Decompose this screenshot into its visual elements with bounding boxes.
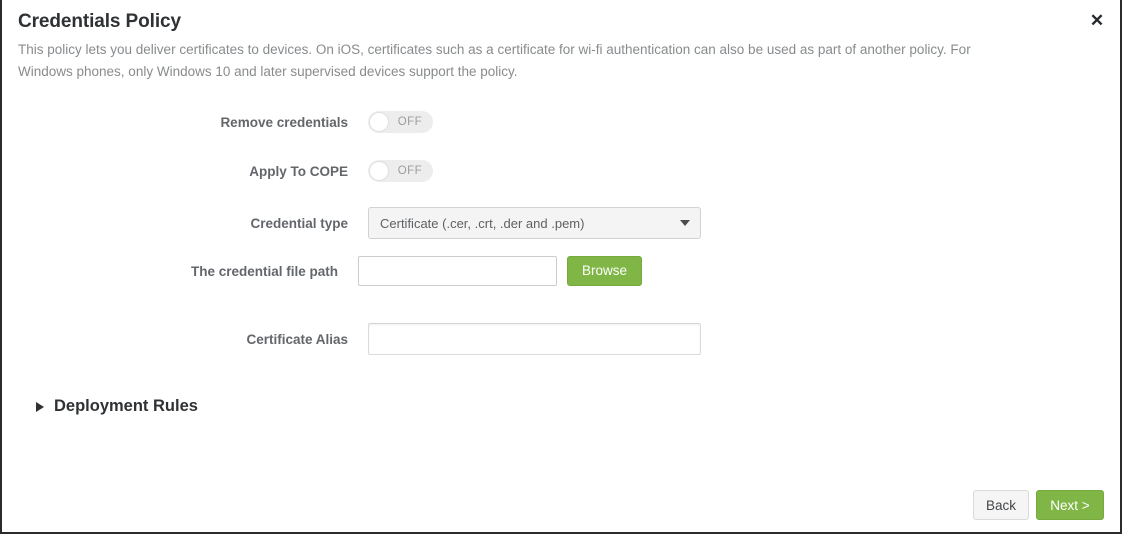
credentials-policy-dialog: ✕ Credentials Policy This policy lets yo… xyxy=(0,0,1122,534)
row-apply-to-cope: Apply To COPE OFF xyxy=(2,154,1120,188)
credential-file-path-label: The credential file path xyxy=(2,264,358,279)
row-credential-file-path: The credential file path Browse xyxy=(2,256,1120,286)
remove-credentials-toggle-state: OFF xyxy=(398,116,422,128)
deployment-rules-label: Deployment Rules xyxy=(54,397,198,416)
back-button[interactable]: Back xyxy=(973,490,1029,520)
credential-file-path-input[interactable] xyxy=(358,256,557,286)
row-credential-type: Credential type Certificate (.cer, .crt,… xyxy=(2,207,1120,239)
dialog-header: Credentials Policy This policy lets you … xyxy=(2,0,1120,83)
deployment-rules-section[interactable]: Deployment Rules xyxy=(2,397,1120,416)
row-certificate-alias: Certificate Alias xyxy=(2,323,1120,355)
apply-to-cope-toggle-state: OFF xyxy=(398,165,422,177)
browse-button[interactable]: Browse xyxy=(567,256,642,286)
toggle-knob xyxy=(369,112,389,132)
apply-to-cope-label: Apply To COPE xyxy=(2,164,368,179)
triangle-right-icon xyxy=(36,402,44,412)
remove-credentials-control: OFF xyxy=(368,111,433,133)
chevron-down-icon xyxy=(680,220,690,226)
apply-to-cope-toggle[interactable]: OFF xyxy=(368,160,433,182)
close-icon[interactable]: ✕ xyxy=(1088,12,1106,30)
dialog-description: This policy lets you deliver certificate… xyxy=(18,39,1003,83)
credential-file-path-control: Browse xyxy=(358,256,642,286)
page-title: Credentials Policy xyxy=(18,10,1104,34)
certificate-alias-input[interactable] xyxy=(368,323,701,355)
certificate-alias-label: Certificate Alias xyxy=(2,332,368,347)
credential-type-label: Credential type xyxy=(2,216,368,231)
credential-type-control: Certificate (.cer, .crt, .der and .pem) xyxy=(368,207,701,239)
next-button[interactable]: Next > xyxy=(1036,490,1104,520)
dialog-footer: Back Next > xyxy=(2,478,1120,532)
policy-form: Remove credentials OFF Apply To COPE OFF… xyxy=(2,105,1120,355)
credential-type-select[interactable]: Certificate (.cer, .crt, .der and .pem) xyxy=(368,207,701,239)
row-remove-credentials: Remove credentials OFF xyxy=(2,105,1120,139)
apply-to-cope-control: OFF xyxy=(368,160,433,182)
credential-type-value: Certificate (.cer, .crt, .der and .pem) xyxy=(380,216,674,231)
remove-credentials-label: Remove credentials xyxy=(2,115,368,130)
remove-credentials-toggle[interactable]: OFF xyxy=(368,111,433,133)
certificate-alias-control xyxy=(368,323,701,355)
toggle-knob xyxy=(369,161,389,181)
